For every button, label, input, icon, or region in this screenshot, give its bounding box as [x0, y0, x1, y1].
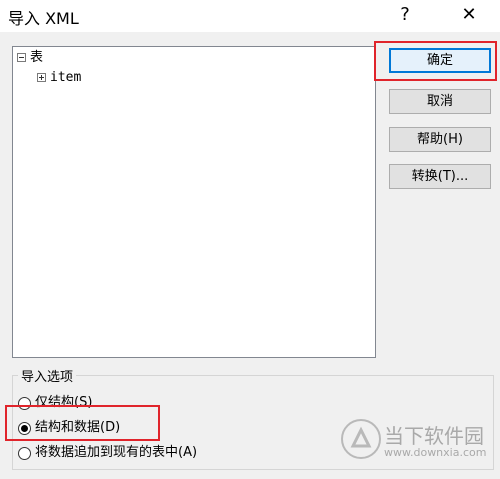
- tree-node-root-label: 表: [30, 50, 44, 65]
- watermark-brand: 当下软件园: [384, 424, 484, 448]
- watermark-url: www.downxia.com: [384, 446, 487, 459]
- watermark-logo-icon: [341, 419, 381, 459]
- highlight-box-option: [5, 405, 160, 441]
- transform-button[interactable]: 转换(T)...: [389, 164, 491, 189]
- import-options-title: 导入选项: [18, 366, 77, 385]
- tree-node-item-label: item: [50, 70, 82, 85]
- cancel-button[interactable]: 取消: [389, 89, 491, 114]
- radio-append-data-label: 将数据追加到现有的表中(A): [35, 445, 198, 460]
- help-button[interactable]: 帮助(H): [389, 127, 491, 152]
- help-icon[interactable]: ?: [388, 2, 422, 28]
- tree-node-root[interactable]: 表: [17, 49, 43, 67]
- window-title: 导入 XML: [8, 9, 79, 28]
- tree-view[interactable]: 表 item: [12, 46, 376, 358]
- highlight-box-ok: [374, 41, 497, 81]
- expand-icon[interactable]: [37, 73, 46, 82]
- close-icon[interactable]: ✕: [452, 2, 486, 28]
- collapse-icon[interactable]: [17, 53, 26, 62]
- tree-node-item[interactable]: item: [37, 69, 81, 87]
- radio-icon[interactable]: [18, 446, 31, 460]
- radio-append-data[interactable]: 将数据追加到现有的表中(A): [18, 443, 197, 463]
